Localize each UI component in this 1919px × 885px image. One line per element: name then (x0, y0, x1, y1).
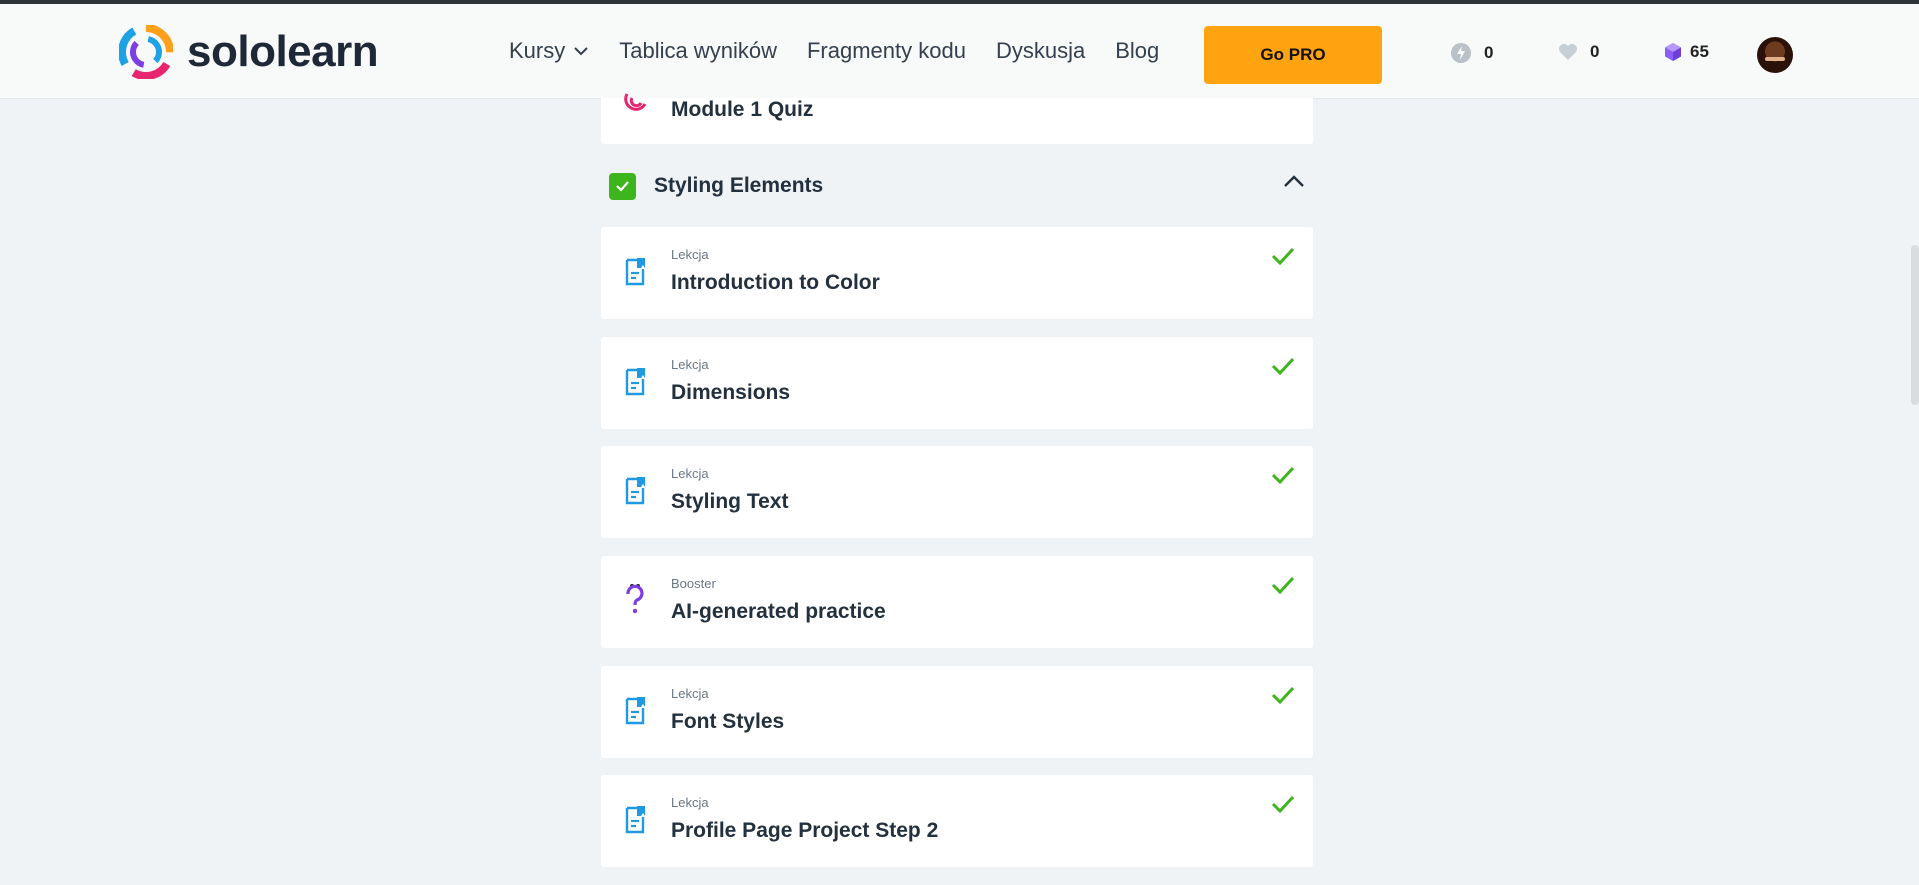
item-title: Font Styles (671, 710, 785, 733)
chevron-down-icon (574, 47, 588, 56)
nav-item-code-snippets[interactable]: Fragmenty kodu (807, 38, 966, 64)
nav-item-blog[interactable]: Blog (1115, 38, 1159, 64)
lesson-card[interactable]: Lekcja Dimensions (601, 337, 1313, 429)
item-category: Lekcja (671, 466, 709, 481)
item-category: Lekcja (671, 247, 709, 262)
sololearn-logo-icon (119, 25, 173, 79)
item-title: AI-generated practice (671, 600, 886, 623)
hearts-counter[interactable]: 0 (1558, 42, 1599, 62)
nav-item-label: Tablica wyników (619, 38, 777, 63)
check-icon (1271, 686, 1295, 709)
section-complete-check-icon (609, 172, 636, 200)
lesson-card[interactable]: Lekcja Font Styles (601, 666, 1313, 758)
main-nav: Kursy Tablica wyników Fragmenty kodu Dys… (509, 38, 1189, 64)
item-title: Styling Text (671, 490, 789, 513)
check-icon (1271, 357, 1295, 380)
sololearn-logo[interactable]: sololearn (119, 24, 379, 80)
item-category: Lekcja (671, 686, 709, 701)
nav-item-label: Kursy (509, 38, 566, 63)
page-scrollbar[interactable] (1911, 245, 1919, 405)
booster-card[interactable]: Booster AI-generated practice (601, 556, 1313, 648)
item-title: Dimensions (671, 381, 791, 404)
nav-item-label: Dyskusja (995, 38, 1086, 63)
nav-item-courses[interactable]: Kursy (509, 38, 589, 64)
heart-icon (1558, 43, 1578, 61)
hearts-count: 0 (1590, 42, 1600, 61)
nav-item-discussion[interactable]: Dyskusja (996, 38, 1085, 64)
gems-counter[interactable]: 65 (1664, 42, 1709, 62)
lesson-icon (623, 367, 647, 402)
lesson-card[interactable]: Lekcja Styling Text (601, 446, 1313, 538)
chevron-up-icon[interactable] (1283, 174, 1305, 193)
check-icon (1271, 795, 1295, 818)
gems-count: 65 (1690, 42, 1709, 61)
item-category: Lekcja (671, 795, 709, 810)
top-navbar: sololearn Kursy Tablica wyników Fragment… (0, 4, 1919, 99)
lesson-icon (623, 696, 647, 731)
check-icon (1271, 247, 1295, 270)
quiz-icon (621, 92, 651, 119)
lesson-icon (623, 805, 647, 840)
nav-item-label: Blog (1115, 38, 1160, 63)
item-title: Profile Page Project Step 2 (671, 819, 939, 842)
streak-counter[interactable]: 0 (1450, 42, 1493, 64)
lesson-icon (623, 476, 647, 511)
question-mark-icon (623, 582, 647, 621)
module-quiz-title: Module 1 Quiz (671, 98, 814, 121)
avatar[interactable] (1757, 37, 1793, 73)
lesson-card[interactable]: Lekcja Profile Page Project Step 2 (601, 775, 1313, 867)
check-icon (1271, 576, 1295, 599)
check-icon (1271, 466, 1295, 489)
go-pro-button[interactable]: Go PRO (1204, 26, 1382, 84)
item-title: Introduction to Color (671, 271, 880, 294)
section-title: Styling Elements (654, 174, 824, 197)
nav-item-leaderboard[interactable]: Tablica wyników (619, 38, 777, 64)
item-category: Booster (671, 576, 716, 591)
brand-name: sololearn (187, 27, 379, 76)
item-category: Lekcja (671, 357, 709, 372)
gem-icon (1664, 42, 1682, 62)
module-quiz-card[interactable]: Module 1 Quiz (601, 93, 1313, 144)
streak-count: 0 (1484, 43, 1494, 62)
lesson-icon (623, 257, 647, 292)
lesson-card[interactable]: Lekcja Introduction to Color (601, 227, 1313, 319)
lightning-icon (1450, 42, 1472, 64)
nav-item-label: Fragmenty kodu (806, 38, 966, 63)
section-header[interactable]: Styling Elements (609, 171, 1305, 201)
